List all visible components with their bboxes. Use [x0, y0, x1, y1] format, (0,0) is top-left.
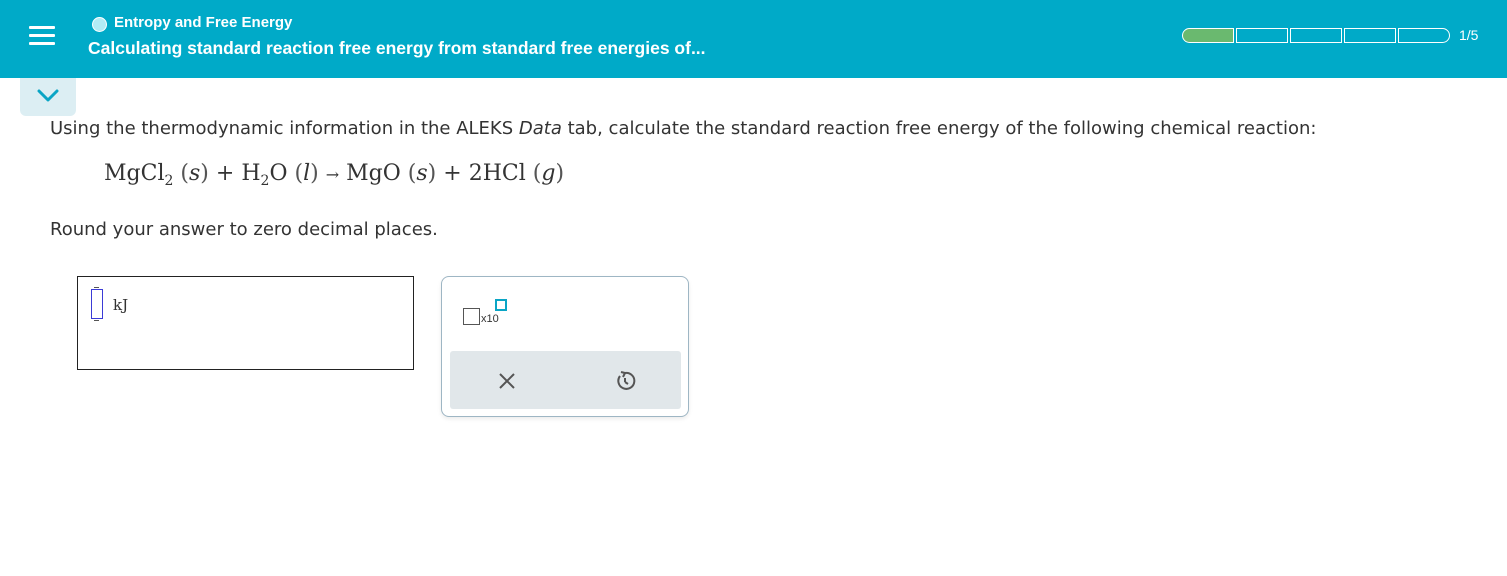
reaction-arrow: → [325, 165, 340, 184]
prompt-text: tab, calculate the standard reaction fre… [561, 118, 1317, 139]
product-mgo: MgO [346, 161, 401, 186]
phase-label: s [416, 161, 428, 186]
chevron-down-icon [37, 89, 59, 102]
x10-label: x10 [481, 313, 499, 325]
scientific-notation-button[interactable]: x10 [462, 297, 512, 329]
undo-icon [617, 371, 636, 390]
page-title: Calculating standard reaction free energ… [88, 38, 706, 58]
reactant-water-o: O [269, 161, 288, 186]
undo-button[interactable] [613, 369, 637, 393]
progress-segment [1344, 28, 1396, 43]
progress-segment [1236, 28, 1288, 43]
chemical-equation: MgCl2 (s) + H2O (l) → MgO (s) + 2HCl (g) [104, 161, 565, 189]
subscript: 2 [164, 173, 174, 189]
topic-status-icon [92, 17, 107, 32]
progress-segment [1398, 28, 1450, 43]
reactant-water: H [241, 161, 261, 186]
tool-actions-row [450, 351, 681, 409]
product-hcl: 2HCl [468, 161, 526, 186]
question-prompt: Using the thermodynamic information in t… [50, 118, 1316, 139]
unit-label: kJ [113, 296, 129, 314]
phase-label: g [541, 161, 556, 186]
data-tab-reference: Data [518, 118, 562, 139]
progress-segment [1182, 28, 1234, 43]
collapse-button[interactable] [20, 78, 76, 116]
reactant-mgcl2: MgCl [104, 161, 165, 186]
progress-segment [1290, 28, 1342, 43]
plus-sign: + [215, 161, 235, 186]
answer-area: kJ [77, 276, 414, 370]
progress-count: 1/5 [1459, 27, 1479, 43]
math-tool-panel: x10 [441, 276, 689, 417]
answer-input[interactable] [91, 287, 103, 321]
close-icon [499, 373, 515, 389]
top-bar: Entropy and Free Energy Calculating stan… [0, 0, 1507, 78]
phase-label: s [189, 161, 201, 186]
plus-sign: + [443, 161, 462, 186]
clear-button[interactable] [496, 370, 518, 392]
prompt-text: Using the thermodynamic information in t… [50, 118, 519, 139]
topic-label: Entropy and Free Energy [114, 14, 293, 31]
rounding-instruction: Round your answer to zero decimal places… [50, 219, 438, 240]
menu-button[interactable] [21, 14, 63, 56]
